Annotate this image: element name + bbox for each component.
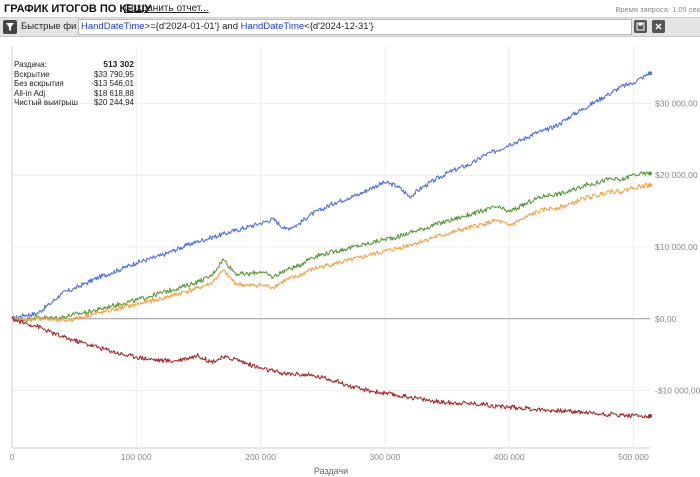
quick-filter-label: Быстрые фильтры bbox=[21, 21, 77, 32]
y-tick-label: -$10 000,00 bbox=[655, 386, 700, 396]
stats-panel: Раздача: 513 302 Вскрытие $33 790,95 Без вск… bbox=[14, 59, 134, 108]
stat-row: All-in Adj $18 618,88 bbox=[14, 89, 134, 99]
query-field-1: HandDateTime bbox=[81, 21, 145, 32]
stat-label: Без вскрытия bbox=[14, 79, 64, 89]
series-endpoint-2 bbox=[648, 183, 652, 188]
query-field-2: HandDateTime bbox=[240, 21, 305, 32]
series-endpoint-3 bbox=[648, 414, 652, 419]
query-op-2: <{d'2024-12-31'} bbox=[304, 21, 374, 32]
x-tick-label: 400 000 bbox=[494, 452, 525, 462]
stat-row: Раздача: 513 302 bbox=[14, 59, 134, 70]
x-tick-label: 0 bbox=[10, 452, 15, 462]
x-tick-label: 100 000 bbox=[121, 452, 152, 462]
stat-row: Чистый выигрыш $20 244,94 bbox=[14, 98, 134, 108]
close-icon[interactable] bbox=[652, 20, 665, 33]
y-tick-label: $20 000,00 bbox=[655, 170, 698, 180]
stat-value: $18 618,88 bbox=[93, 88, 134, 98]
x-tick-label: 500 000 bbox=[618, 452, 649, 462]
quick-filter-bar: Быстрые фильтры HandDateTime>={d'2024-01… bbox=[0, 17, 700, 37]
x-tick-label: 300 000 bbox=[370, 452, 401, 462]
stat-row: Без вскрытия -$13 546,01 bbox=[14, 79, 134, 89]
series-endpoint-0 bbox=[648, 71, 652, 76]
x-axis-ticks: 0 100 000 200 000 300 000 400 000 500 000 bbox=[10, 452, 649, 462]
stat-value: $20 244,94 bbox=[93, 98, 134, 108]
x-axis-label: Раздачи bbox=[314, 466, 348, 476]
series-line-3 bbox=[11, 316, 651, 419]
stat-value: -$13 546,01 bbox=[91, 79, 134, 89]
stat-value: $33 790,95 bbox=[93, 69, 134, 79]
stat-label: Чистый выигрыш bbox=[14, 98, 78, 108]
stat-label: All-in Adj bbox=[14, 88, 46, 98]
x-tick-label: 200 000 bbox=[245, 452, 276, 462]
y-tick-label: $0,00 bbox=[655, 314, 677, 324]
stat-label: Вскрытие bbox=[14, 69, 50, 79]
series-endpoint-1 bbox=[648, 171, 652, 176]
filter-query-input[interactable]: HandDateTime>={d'2024-01-01'} and HandDa… bbox=[78, 19, 632, 35]
y-axis-ticks: -$10 000,00 $0,00 $10 000,00 $20 000,00 $30 … bbox=[655, 98, 700, 395]
query-op-1: >={d'2024-01-01'} and bbox=[144, 21, 241, 32]
stat-row: Вскрытие $33 790,95 bbox=[14, 70, 134, 80]
y-tick-label: $10 000,00 bbox=[655, 242, 698, 252]
report-header: ГРАФИК ИТОГОВ ПО КЕШУ Сохранить отчет...… bbox=[0, 0, 700, 17]
chart-series bbox=[11, 71, 652, 419]
filter-icon[interactable] bbox=[3, 20, 17, 34]
request-time-label: Время запроса: 1.05 сек bbox=[615, 5, 700, 14]
stat-value: 513 302 bbox=[103, 59, 134, 69]
save-icon[interactable] bbox=[634, 20, 647, 33]
y-tick-label: $30 000,00 bbox=[655, 98, 698, 108]
save-report-link[interactable]: Сохранить отчет... bbox=[124, 3, 209, 14]
stat-label: Раздача: bbox=[14, 60, 47, 69]
